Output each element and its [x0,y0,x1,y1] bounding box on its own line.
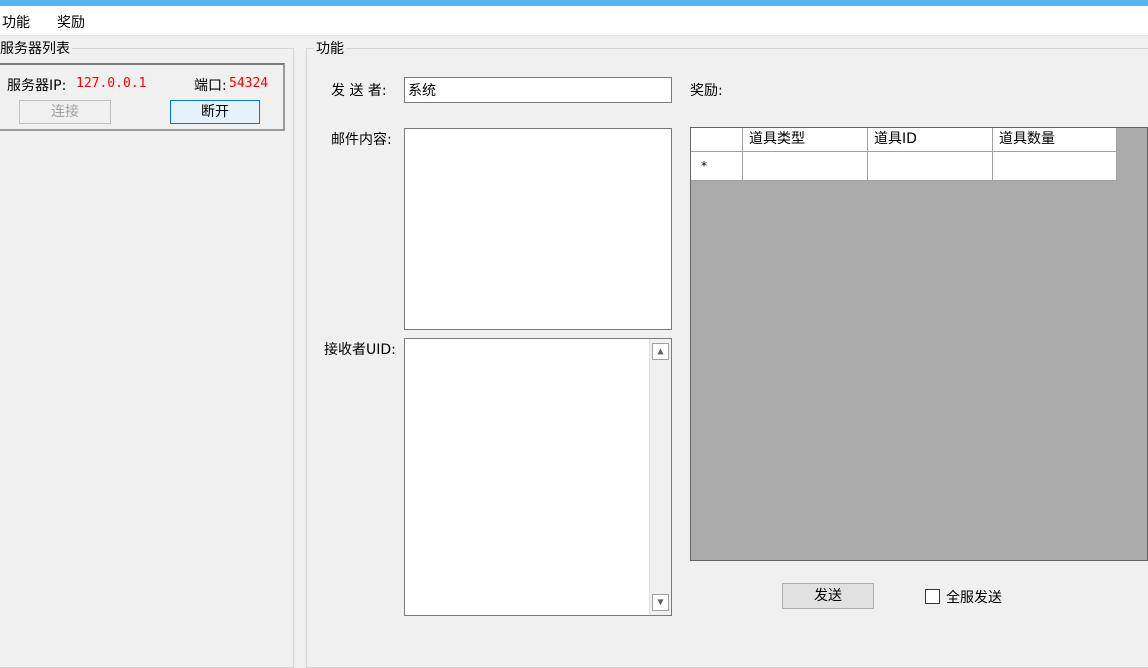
receiver-uid-input[interactable]: ▲ ▼ [404,338,672,616]
function-title: 功能 [314,38,346,58]
server-port-value: 54324 [229,76,269,91]
scroll-down-icon[interactable]: ▼ [652,594,669,611]
receiver-uid-scrollbar[interactable]: ▲ ▼ [649,339,671,615]
receiver-uid-label: 接收者UID: [324,342,396,358]
connect-button[interactable]: 连接 [19,100,111,124]
menu-item-function[interactable]: 功能 [2,12,30,32]
grid-corner-header [691,128,743,152]
disconnect-button[interactable]: 断开 [170,100,260,124]
server-ip-value: 127.0.0.1 [76,76,147,91]
reward-grid[interactable]: 道具类型 道具ID 道具数量 * [690,127,1148,561]
grid-cell-item-id[interactable] [868,152,993,181]
all-server-label[interactable]: 全服发送 [946,587,1002,607]
mail-content-label: 邮件内容: [331,132,392,148]
grid-cell-item-type[interactable] [743,152,868,181]
server-item[interactable]: 服务器IP: 127.0.0.1 端口: 54324 连接 断开 [0,63,285,131]
sender-input[interactable] [404,77,672,103]
reward-label: 奖励: [690,83,723,99]
server-list-group [0,48,294,668]
menu-bar: 功能 奖励 [0,6,1148,36]
menu-item-reward[interactable]: 奖励 [57,12,85,32]
server-ip-label: 服务器IP: [7,78,67,94]
all-server-checkbox[interactable] [925,589,940,604]
grid-row-header-new[interactable]: * [691,152,743,181]
server-list-title: 服务器列表 [0,38,72,58]
sender-label: 发 送 者: [331,83,387,99]
mail-content-input[interactable] [404,128,672,330]
scroll-up-icon[interactable]: ▲ [652,343,669,360]
grid-header-item-type[interactable]: 道具类型 [743,128,868,152]
grid-header-item-count[interactable]: 道具数量 [993,128,1117,152]
send-button[interactable]: 发送 [782,583,874,609]
grid-header-item-id[interactable]: 道具ID [868,128,993,152]
grid-cell-item-count[interactable] [993,152,1117,181]
server-port-label: 端口: [194,78,227,94]
